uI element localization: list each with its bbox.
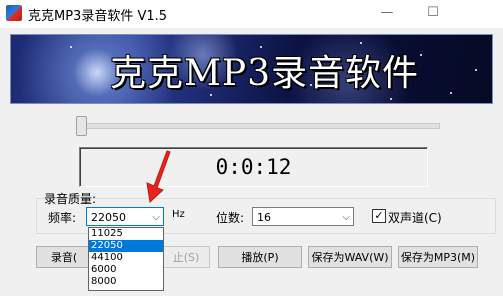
frequency-option[interactable]: 44100: [89, 252, 163, 264]
frequency-option[interactable]: 11025: [89, 228, 163, 240]
progress-slider-thumb[interactable]: [76, 116, 87, 136]
progress-slider-track[interactable]: [80, 123, 440, 129]
frequency-label: 频率:: [48, 211, 77, 225]
time-display: 0:0:12: [79, 147, 428, 187]
stereo-checkbox[interactable]: ✓: [372, 209, 386, 223]
frequency-dropdown-list[interactable]: 11025 22050 44100 6000 8000: [88, 227, 164, 291]
frequency-select[interactable]: 22050 ⌵: [86, 207, 164, 226]
record-button[interactable]: 录音(: [36, 246, 92, 268]
bits-select[interactable]: 16 ⌵: [252, 207, 354, 226]
bits-label: 位数:: [216, 211, 245, 225]
frequency-option[interactable]: 8000: [89, 276, 163, 288]
title-bar: 克克MP3录音软件 V1.5 — ☐: [0, 0, 503, 28]
stereo-label[interactable]: 双声道(C): [388, 209, 442, 226]
chevron-down-icon: ⌵: [152, 212, 160, 223]
save-wav-button[interactable]: 保存为WAV(W): [308, 246, 392, 268]
maximize-icon: ☐: [427, 5, 439, 20]
check-icon: ✓: [374, 209, 384, 222]
save-mp3-button[interactable]: 保存为MP3(M): [398, 246, 478, 268]
quality-group-label: 录音质量:: [44, 192, 97, 206]
frequency-unit: Hz: [172, 209, 185, 220]
stop-button[interactable]: 止(S): [162, 246, 210, 268]
annotation-arrow-icon: [146, 150, 171, 204]
frequency-select-value: 22050: [91, 211, 126, 224]
play-button[interactable]: 播放(P): [218, 246, 302, 268]
maximize-button[interactable]: ☐: [410, 0, 456, 28]
bits-select-value: 16: [257, 211, 271, 224]
app-icon: [6, 5, 22, 21]
window-title: 克克MP3录音软件 V1.5: [28, 9, 168, 24]
minimize-icon: —: [380, 5, 394, 20]
banner-title: 克克MP3录音软件: [110, 53, 419, 94]
chevron-down-icon: ⌵: [342, 212, 350, 223]
frequency-option-selected[interactable]: 22050: [89, 240, 163, 252]
banner: 克克MP3录音软件: [10, 34, 493, 104]
minimize-button[interactable]: —: [364, 0, 410, 28]
frequency-option[interactable]: 6000: [89, 264, 163, 276]
